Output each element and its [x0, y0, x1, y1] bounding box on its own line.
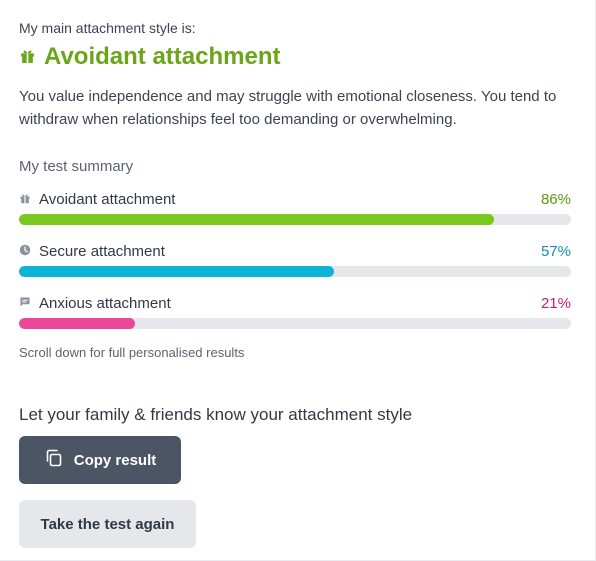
summary-row-anxious: Anxious attachment 21%: [19, 293, 571, 329]
gift-icon: [19, 191, 31, 208]
copy-result-label: Copy result: [73, 451, 157, 469]
retake-test-button[interactable]: Take the test again: [19, 500, 196, 548]
progress-fill: [19, 214, 494, 225]
summary-row-percent: 21%: [540, 294, 571, 312]
summary-label: My test summary: [19, 158, 134, 175]
progress-fill: [19, 266, 334, 277]
progress-track: [19, 266, 571, 277]
results-card: My main attachment style is: Avoidant at…: [0, 0, 596, 561]
copy-result-button[interactable]: Copy result: [19, 436, 181, 484]
result-eyebrow: My main attachment style is:: [19, 20, 196, 36]
summary-row-label: Anxious attachment: [39, 294, 171, 312]
summary-row-label: Avoidant attachment: [39, 190, 176, 208]
clock-icon: [19, 243, 31, 260]
chat-icon: [19, 295, 31, 312]
summary-row-avoidant: Avoidant attachment 86%: [19, 189, 571, 225]
copy-icon: [44, 448, 64, 472]
share-heading: Let your family & friends know your atta…: [19, 405, 413, 424]
result-description: You value independence and may struggle …: [19, 88, 557, 128]
progress-track: [19, 214, 571, 225]
result-title: Avoidant attachment: [19, 43, 280, 71]
retake-test-label: Take the test again: [40, 515, 175, 533]
summary-row-percent: 86%: [540, 190, 571, 208]
result-title-text: Avoidant attachment: [44, 43, 281, 70]
progress-track: [19, 318, 571, 329]
summary-row-label: Secure attachment: [39, 242, 165, 260]
summary-row-percent: 57%: [540, 242, 571, 260]
summary-row-secure: Secure attachment 57%: [19, 241, 571, 277]
progress-fill: [19, 318, 135, 329]
gift-icon: [19, 43, 36, 71]
scroll-hint: Scroll down for full personalised result…: [19, 345, 245, 360]
